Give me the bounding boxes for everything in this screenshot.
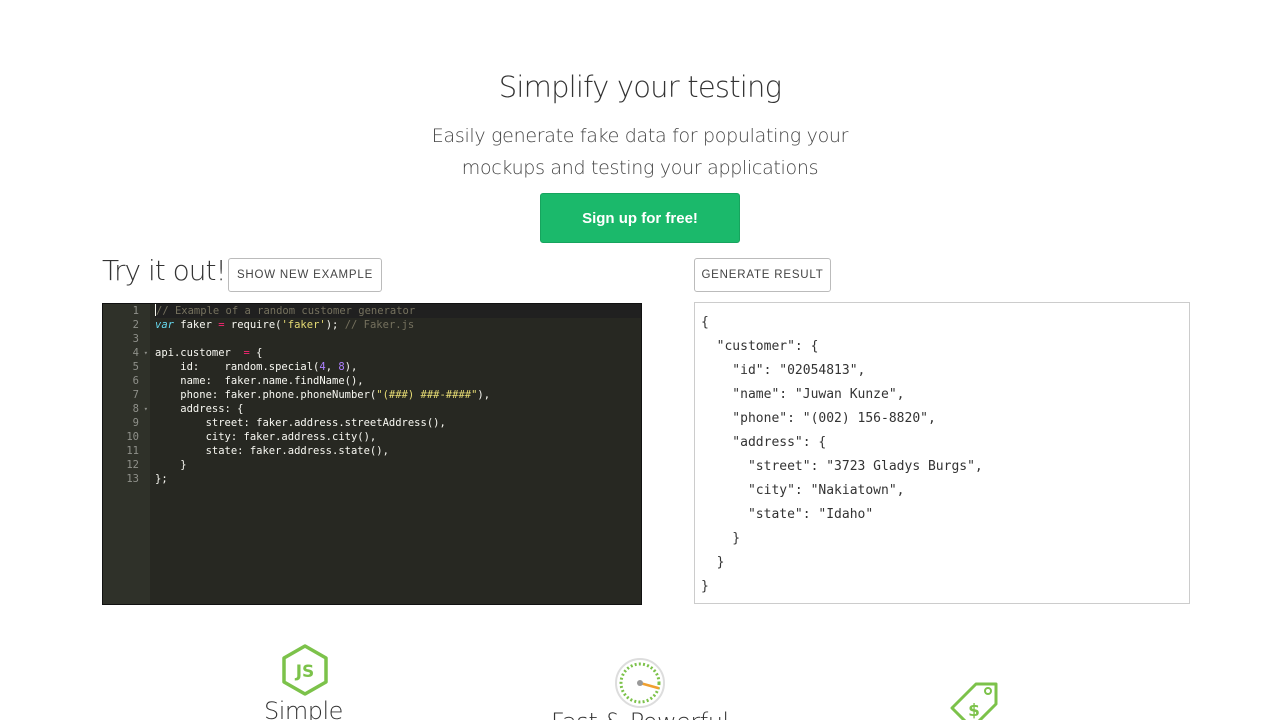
line-number: 11 <box>126 445 139 457</box>
svg-text:JS: JS <box>295 662 315 682</box>
line-number: 8 ▾ <box>132 402 148 416</box>
code-line: address: { <box>155 403 244 415</box>
svg-text:$: $ <box>968 701 980 720</box>
hero-title: Simplify your testing <box>498 70 782 104</box>
signup-button[interactable]: Sign up for free! <box>540 193 740 243</box>
code-line: state: faker.address.state(), <box>155 445 389 457</box>
code-line: street: faker.address.streetAddress(), <box>155 417 446 429</box>
result-line: "city": "Nakiatown", <box>701 483 905 498</box>
price-tag-icon: $ <box>950 682 998 720</box>
line-number: 4 ▾ <box>132 346 148 360</box>
feature-fast-label: Fast & Powerful <box>551 708 729 720</box>
hero-subtitle-line-1: Easily generate fake data for populating… <box>431 125 849 147</box>
code-line: api.customer = { <box>155 347 263 359</box>
hero-subtitle: Easily generate fake data for populating… <box>390 120 890 184</box>
line-number: 2 <box>132 319 139 331</box>
line-number: 10 <box>126 431 139 443</box>
result-line: "customer": { <box>701 339 819 354</box>
result-line: "phone": "(002) 156-8820", <box>701 411 936 426</box>
code-line: } <box>155 459 187 471</box>
code-line: var faker = require('faker'); // Faker.j… <box>155 319 415 331</box>
line-number: 12 <box>126 459 139 471</box>
result-line: } <box>701 531 741 546</box>
result-line: "street": "3723 Gladys Burgs", <box>701 459 983 474</box>
line-number: 13 <box>126 473 139 485</box>
result-line: "name": "Juwan Kunze", <box>701 387 905 402</box>
result-line: "id": "02054813", <box>701 363 866 378</box>
speedometer-icon <box>615 658 665 708</box>
code-content[interactable]: // Example of a random customer generato… <box>150 304 641 486</box>
code-line: }; <box>155 473 168 485</box>
line-number: 5 <box>132 361 139 373</box>
editor-gutter: 1 2 3 4 ▾ 5 6 7 8 ▾ 9 10 11 12 13 <box>103 304 150 604</box>
line-number: 6 <box>132 375 139 387</box>
result-line: } <box>701 555 725 570</box>
code-line: name: faker.name.findName(), <box>155 375 364 387</box>
result-output: { "customer": { "id": "02054813", "name"… <box>694 302 1190 604</box>
show-new-example-button[interactable]: SHOW NEW EXAMPLE <box>228 258 382 292</box>
line-number: 1 <box>132 305 139 317</box>
line-number: 7 <box>132 389 139 401</box>
line-number: 9 <box>132 417 139 429</box>
code-line: city: faker.address.city(), <box>155 431 377 443</box>
line-number: 3 <box>132 333 139 345</box>
code-line: phone: faker.phone.phoneNumber("(###) ##… <box>155 389 491 401</box>
code-line: id: random.special(4, 8), <box>155 361 358 373</box>
result-line: } <box>701 579 709 594</box>
result-line: { <box>701 315 709 330</box>
fold-arrow-icon[interactable]: ▾ <box>144 346 148 360</box>
try-it-out-title: Try it out! <box>102 254 227 287</box>
feature-simple-label: Simple <box>264 697 343 720</box>
result-line: "address": { <box>701 435 827 450</box>
nodejs-icon: JS <box>282 644 328 696</box>
code-editor[interactable]: 1 2 3 4 ▾ 5 6 7 8 ▾ 9 10 11 12 13 // Examp… <box>102 303 642 605</box>
hero-subtitle-line-2: mockups and testing your applications <box>461 157 819 179</box>
generate-result-button[interactable]: GENERATE RESULT <box>694 258 831 292</box>
code-line: // Example of a random customer generato… <box>155 304 641 318</box>
result-line: "state": "Idaho" <box>701 507 874 522</box>
fold-arrow-icon[interactable]: ▾ <box>144 402 148 416</box>
